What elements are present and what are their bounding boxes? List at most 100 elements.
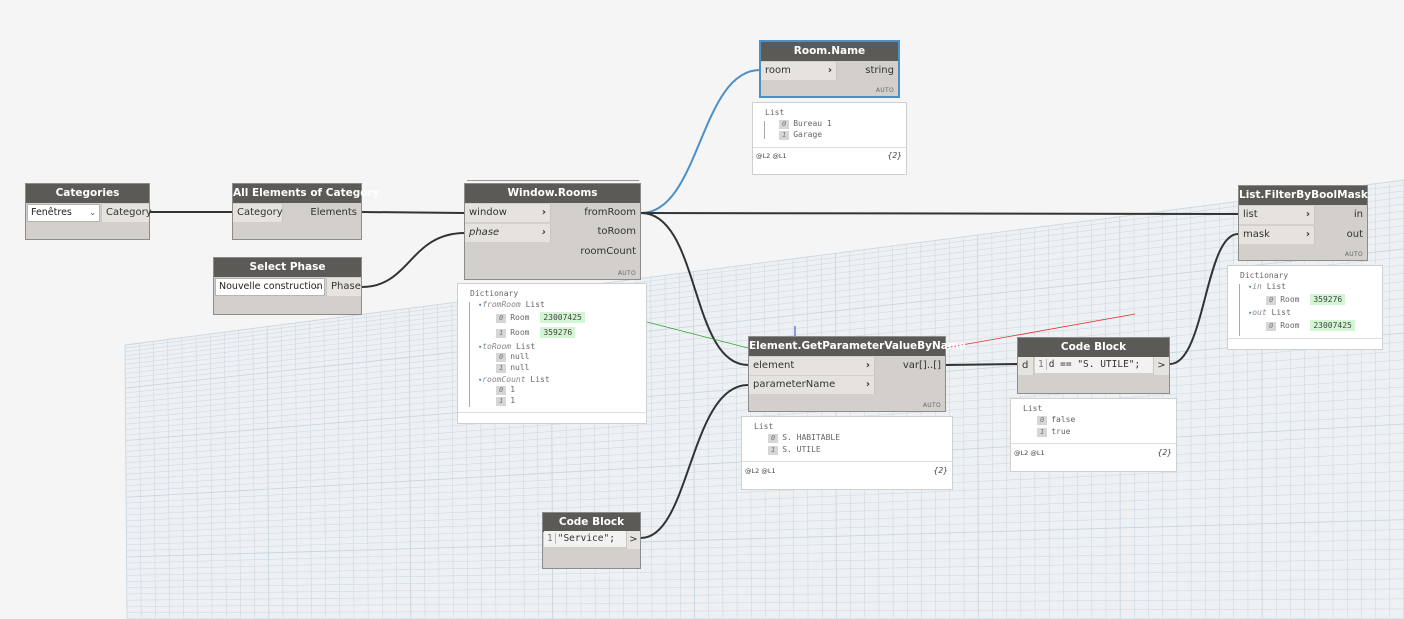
list-levels: @L2 @L1 — [1014, 449, 1045, 457]
preview-footer — [458, 412, 646, 413]
output-port-string[interactable]: string — [838, 62, 898, 80]
node-all-elements-of-category[interactable]: All Elements of Category Category Elemen… — [232, 183, 379, 240]
output-port[interactable]: > — [1153, 357, 1169, 375]
preview-key: ▾toRoom List — [478, 342, 536, 351]
preview-item: 11 — [496, 396, 515, 406]
chevron-down-icon: ⌄ — [314, 282, 321, 291]
code-editor[interactable]: 1d == "S. UTILE"; — [1035, 357, 1153, 373]
preview-key: ▾in List — [1248, 282, 1286, 291]
node-title: All Elements of Category — [233, 184, 379, 203]
preview-footer — [1011, 443, 1176, 444]
lacing-label: AUTO — [617, 270, 636, 277]
preview-item: 0 Room 23007425 — [496, 312, 585, 323]
output-port[interactable]: > — [626, 531, 640, 549]
output-port-out[interactable]: out — [1327, 226, 1367, 244]
lacing-label: AUTO — [1344, 251, 1363, 258]
preview-item: 0 Room 23007425 — [1266, 320, 1355, 331]
node-title: Code Block — [543, 513, 640, 532]
preview-get-parameter[interactable]: List 0 S. HABITABLE 1 S. UTILE @L2 @L1 {2} — [741, 416, 953, 490]
node-list-filter-by-bool-mask[interactable]: List.FilterByBoolMask list › mask › in out… — [1238, 185, 1368, 261]
chevron-right-icon: › — [827, 65, 832, 76]
node-title: Element.GetParameterValueByName — [749, 337, 966, 356]
preview-root: List — [754, 422, 774, 431]
node-title: Window.Rooms — [465, 184, 640, 203]
preview-item: 01 — [496, 385, 515, 395]
item-count: {2} — [1157, 448, 1172, 457]
preview-key: ▾fromRoom List — [478, 300, 545, 309]
input-port-d[interactable]: d — [1018, 357, 1034, 375]
preview-window-rooms[interactable]: Dictionary ▾fromRoom List 0 Room 23007425… — [457, 283, 647, 424]
preview-root: Dictionary — [1240, 271, 1289, 280]
input-port-element[interactable]: element › — [749, 357, 875, 375]
item-count: {2} — [887, 151, 902, 160]
node-title: Code Block — [1018, 338, 1169, 357]
preview-footer — [1228, 338, 1382, 339]
tree-line — [469, 302, 470, 407]
preview-item: 0 Room 359276 — [1266, 294, 1346, 305]
phase-dropdown[interactable]: Nouvelle construction ⌄ — [215, 278, 325, 296]
tree-line — [764, 121, 765, 139]
node-window-rooms[interactable]: Window.Rooms window › phase › fromRoom toR… — [464, 183, 641, 280]
item-count: {2} — [933, 466, 948, 475]
preview-code-block-filter[interactable]: List 0 false 1 true @L2 @L1 {2} — [1010, 398, 1177, 472]
node-get-parameter-value-by-name[interactable]: Element.GetParameterValueByName element ›… — [748, 336, 966, 412]
preview-item: 1 Room 359276 — [496, 327, 576, 338]
node-code-block-filter[interactable]: Code Block d 1d == "S. UTILE"; > — [1017, 337, 1170, 394]
node-title: Categories — [26, 184, 149, 203]
output-port-fromroom[interactable]: fromRoom — [560, 204, 640, 222]
lacing-label: AUTO — [875, 87, 894, 94]
preview-item: 0 Bureau 1 — [779, 119, 832, 129]
output-port-category[interactable]: Category — [101, 204, 152, 222]
output-port-elements[interactable]: Elements — [291, 204, 361, 222]
preview-footer — [753, 147, 906, 148]
preview-item: 1 null — [496, 363, 529, 373]
category-dropdown-value: Fenêtres — [31, 207, 72, 218]
preview-item: 0 S. HABITABLE — [768, 433, 840, 443]
preview-item: 1 Garage — [779, 130, 822, 140]
chevron-right-icon: › — [541, 207, 546, 218]
list-levels: @L2 @L1 — [756, 152, 787, 160]
input-port-parametername[interactable]: parameterName › — [749, 376, 875, 394]
output-port-roomcount[interactable]: roomCount — [560, 243, 640, 261]
node-code-block-service[interactable]: Code Block 1 "Service"; > — [542, 512, 641, 569]
output-port-var[interactable]: var[]..[] — [885, 357, 945, 375]
preview-room-name[interactable]: List 0 Bureau 1 1 Garage @L2 @L1 {2} — [752, 102, 907, 175]
preview-item: 0 false — [1037, 415, 1075, 425]
output-port-phase[interactable]: Phase — [326, 278, 361, 296]
input-port-phase[interactable]: phase › — [465, 224, 551, 242]
code-editor[interactable]: 1 "Service"; — [544, 531, 626, 547]
preview-item: 1 S. UTILE — [768, 445, 821, 455]
chevron-down-icon: ⌄ — [89, 208, 96, 217]
preview-footer — [742, 461, 952, 462]
tree-line — [1239, 284, 1240, 336]
node-select-phase[interactable]: Select Phase Nouvelle construction ⌄ Pha… — [213, 257, 362, 315]
chevron-right-icon: › — [541, 227, 546, 238]
input-port-room[interactable]: room › — [761, 62, 837, 80]
input-port-mask[interactable]: mask › — [1239, 226, 1315, 244]
list-levels: @L2 @L1 — [745, 467, 776, 475]
phase-dropdown-value: Nouvelle construction — [219, 281, 323, 292]
preview-key: ▾out List — [1248, 308, 1291, 317]
preview-item: 0 null — [496, 352, 529, 362]
preview-root: List — [1023, 404, 1043, 413]
preview-key: ▾roomCount List — [478, 375, 550, 384]
output-port-in[interactable]: in — [1327, 206, 1367, 224]
node-room-name[interactable]: Room.Name room › string AUTO — [759, 40, 900, 98]
chevron-right-icon: › — [865, 379, 870, 390]
input-port-window[interactable]: window › — [465, 204, 551, 222]
input-port-list[interactable]: list › — [1239, 206, 1315, 224]
category-dropdown[interactable]: Fenêtres ⌄ — [27, 204, 100, 222]
output-port-toroom[interactable]: toRoom — [560, 223, 640, 241]
lacing-label: AUTO — [922, 402, 941, 409]
preview-root: Dictionary — [470, 289, 519, 298]
chevron-right-icon: › — [865, 360, 870, 371]
preview-filter[interactable]: Dictionary ▾in List 0 Room 359276 ▾out Li… — [1227, 265, 1383, 350]
chevron-right-icon: › — [1305, 229, 1310, 240]
node-categories[interactable]: Categories Fenêtres ⌄ Category — [25, 183, 152, 240]
node-title: Room.Name — [761, 42, 898, 61]
node-title: Select Phase — [214, 258, 361, 277]
preview-root: List — [765, 108, 785, 117]
preview-item: 1 true — [1037, 427, 1070, 437]
chevron-right-icon: › — [1305, 209, 1310, 220]
input-port-category[interactable]: Category — [233, 204, 283, 222]
